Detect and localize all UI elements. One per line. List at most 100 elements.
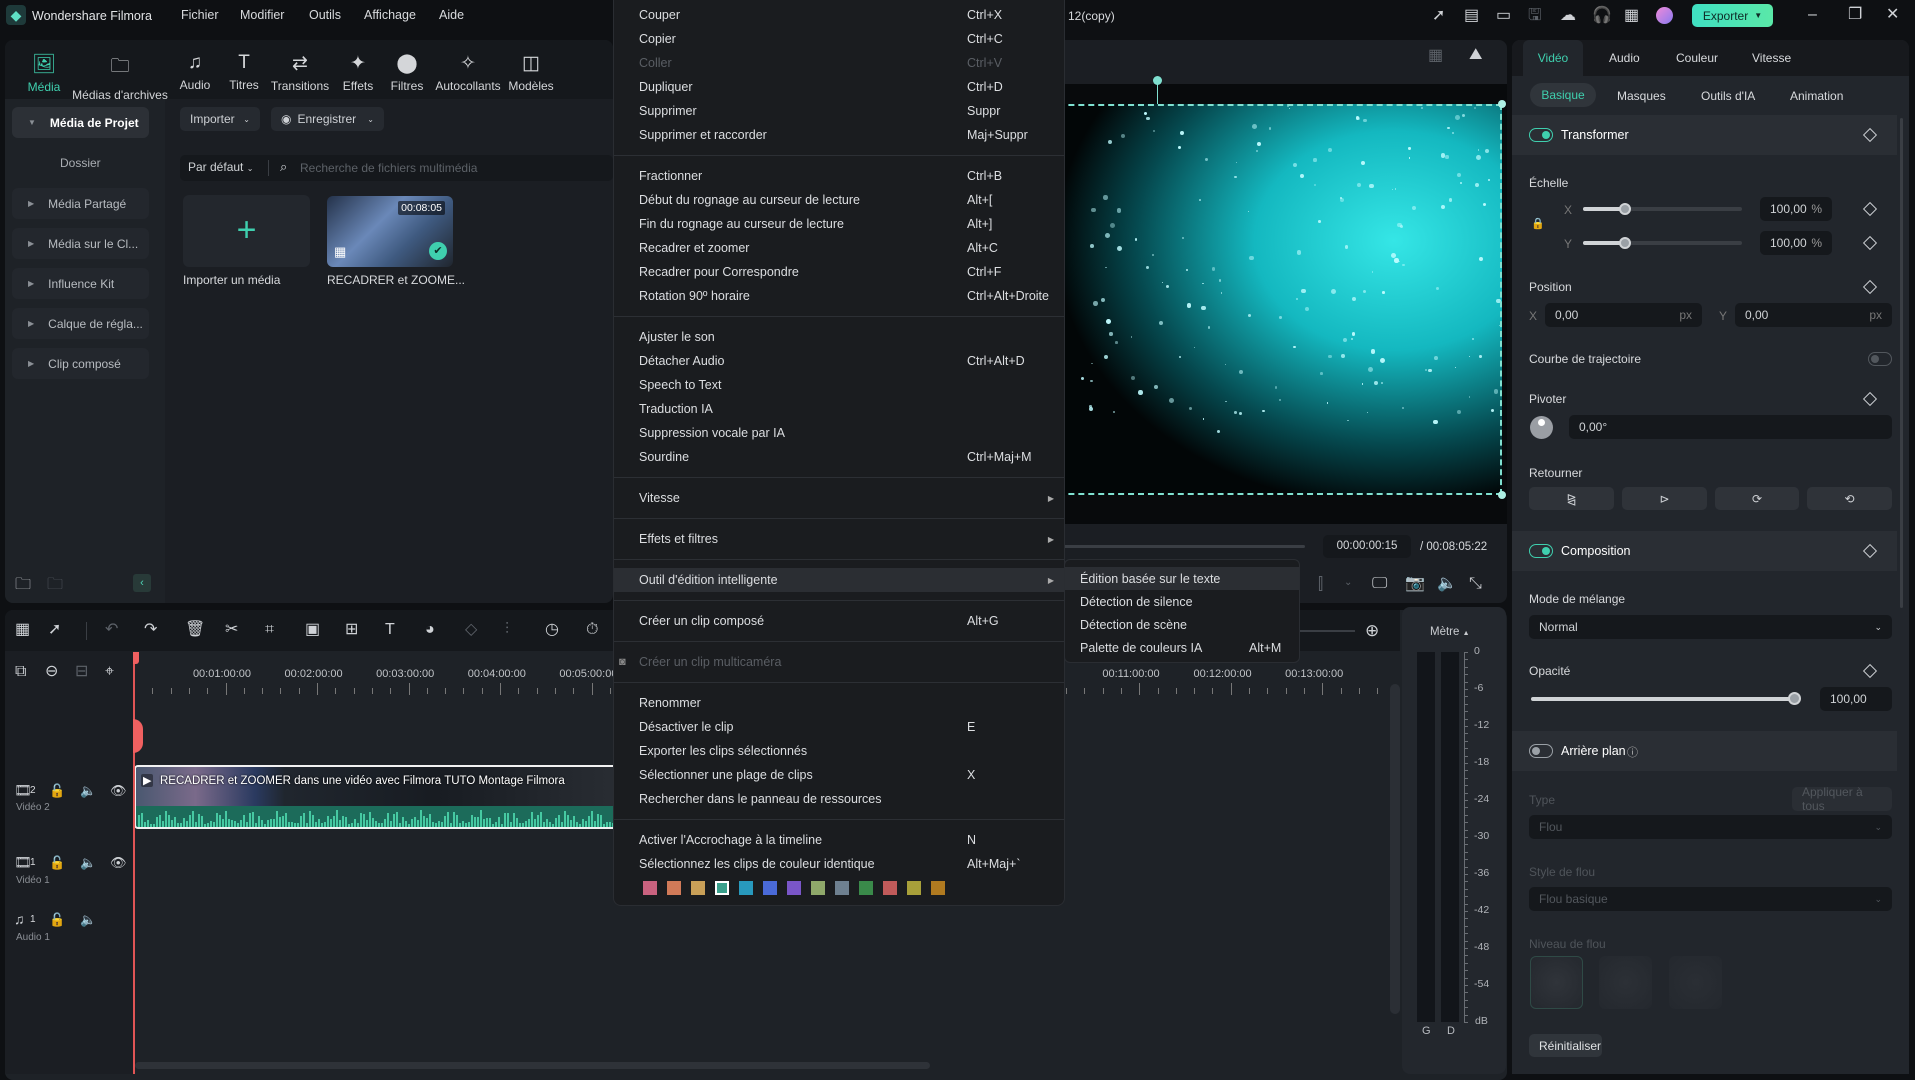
- tab-vitesse[interactable]: Vitesse: [1752, 51, 1791, 65]
- layout-icon[interactable]: ▭: [1496, 8, 1511, 24]
- rotate-dial[interactable]: [1530, 416, 1553, 439]
- rotate-left-button[interactable]: ⟲: [1807, 487, 1892, 510]
- restore-icon[interactable]: ❐: [1848, 7, 1862, 23]
- subtab-animation[interactable]: Animation: [1790, 89, 1843, 103]
- color-swatch[interactable]: [811, 881, 825, 895]
- menu-item[interactable]: Activer l'Accrochage à la timeline N: [614, 828, 1064, 852]
- menu-item[interactable]: Fin du rognage au curseur de lecture Alt+…: [614, 212, 1064, 236]
- fullscreen-icon[interactable]: ⤡: [1469, 576, 1482, 592]
- toolbar-tab-5[interactable]: ✦ Effets: [343, 52, 373, 93]
- import-dropdown[interactable]: Importer ⌄: [180, 107, 260, 131]
- apps-grid-icon[interactable]: ▦: [1624, 8, 1639, 24]
- color-swatch[interactable]: [787, 881, 801, 895]
- menu-item[interactable]: Supprimer Suppr: [614, 99, 1064, 123]
- color-swatch[interactable]: [859, 881, 873, 895]
- color-swatch[interactable]: [907, 881, 921, 895]
- menu-affichage[interactable]: Affichage: [364, 8, 416, 22]
- opacity-input[interactable]: 100,00: [1820, 687, 1892, 711]
- menu-item[interactable]: Renommer: [614, 691, 1064, 715]
- toolbar-tab-0[interactable]: 🖼 Média: [28, 52, 61, 94]
- color-swatch[interactable]: [883, 881, 897, 895]
- sidebar-item-adjustment-layer[interactable]: ▶ Calque de régla...: [12, 308, 149, 339]
- menu-item[interactable]: Exporter les clips sélectionnés: [614, 739, 1064, 763]
- meter-dropdown[interactable]: Mètre ▲: [1430, 626, 1470, 638]
- menu-item[interactable]: Rotation 90º horaire Ctrl+Alt+Droite: [614, 284, 1064, 308]
- submenu-item[interactable]: Édition basée sur le texte: [1065, 567, 1299, 590]
- select-tool-icon[interactable]: ➚: [48, 622, 61, 638]
- blend-mode-select[interactable]: Normal ⌄: [1529, 615, 1892, 639]
- menu-item[interactable]: Recadrer et zoomer Alt+C: [614, 236, 1064, 260]
- menu-item[interactable]: Sélectionnez les clips de couleur identi…: [614, 852, 1064, 876]
- text-icon[interactable]: T: [385, 622, 395, 638]
- blur-level-option[interactable]: [1530, 956, 1583, 1009]
- submenu-item[interactable]: Détection de scène: [1065, 613, 1299, 636]
- media-search-input[interactable]: [300, 158, 600, 178]
- color-swatch[interactable]: [667, 881, 681, 895]
- crop-icon[interactable]: ⌗: [265, 622, 274, 638]
- submenu-item[interactable]: Détection de silence: [1065, 590, 1299, 613]
- tab-video[interactable]: Vidéo: [1523, 40, 1583, 76]
- transform-toggle[interactable]: [1529, 128, 1553, 142]
- menu-item[interactable]: Effets et filtres ▶: [614, 527, 1064, 551]
- help-icon[interactable]: ⓘ: [1627, 744, 1638, 760]
- blur-style-select[interactable]: Flou basique ⌄: [1529, 887, 1892, 911]
- playhead-marker[interactable]: [133, 719, 143, 753]
- menu-item[interactable]: ◙ Créer un clip multicaméra: [614, 650, 1064, 674]
- menu-item[interactable]: Speech to Text: [614, 373, 1064, 397]
- toolbar-tab-4[interactable]: ⇄ Transitions: [271, 52, 329, 93]
- sidebar-item-project-media[interactable]: ▼ Média de Projet: [12, 107, 149, 138]
- feedback-icon[interactable]: ▤: [1464, 8, 1479, 24]
- scale-x-slider[interactable]: [1583, 207, 1742, 211]
- volume-icon[interactable]: 🔈: [1437, 576, 1457, 592]
- link-icon[interactable]: ⊖: [45, 664, 58, 680]
- menu-aide[interactable]: Aide: [439, 8, 464, 22]
- playhead-handle[interactable]: [133, 652, 139, 664]
- menu-item[interactable]: Suppression vocale par IA: [614, 421, 1064, 445]
- color-swatch[interactable]: [643, 881, 657, 895]
- menu-item[interactable]: Rechercher dans le panneau de ressources: [614, 787, 1064, 811]
- sidebar-item-compound-clip[interactable]: ▶ Clip composé: [12, 348, 149, 379]
- slider-knob[interactable]: [1788, 692, 1801, 705]
- menu-item[interactable]: Copier Ctrl+C: [614, 27, 1064, 51]
- menu-fichier[interactable]: Fichier: [181, 8, 219, 22]
- position-x-input[interactable]: 0,00 px: [1545, 303, 1702, 327]
- toolbar-tab-6[interactable]: ⬤ Filtres: [391, 52, 424, 93]
- chevron-down-icon[interactable]: ⌄: [1344, 578, 1352, 588]
- menu-item[interactable]: Début du rognage au curseur de lecture Al…: [614, 188, 1064, 212]
- slider-knob[interactable]: [1619, 237, 1631, 249]
- color-palette-icon[interactable]: ◕: [425, 622, 435, 638]
- timeline-clip[interactable]: ▶ RECADRER et ZOOMER dans une vidéo avec…: [134, 765, 634, 829]
- toolbar-tab-8[interactable]: ◫ Modèles: [508, 52, 553, 93]
- menu-item[interactable]: Désactiver le clip E: [614, 715, 1064, 739]
- menu-item[interactable]: Supprimer et raccorder Maj+Suppr: [614, 123, 1064, 147]
- mute-icon[interactable]: 🔈: [80, 856, 96, 869]
- menu-item[interactable]: Dupliquer Ctrl+D: [614, 75, 1064, 99]
- resize-handle[interactable]: [1498, 491, 1506, 499]
- color-swatch[interactable]: [835, 881, 849, 895]
- scope-icon[interactable]: ⛰: [1469, 47, 1482, 63]
- lock-icon[interactable]: 🔓: [49, 784, 65, 797]
- delete-folder-icon[interactable]: 🗀: [47, 577, 63, 593]
- scale-y-input[interactable]: 100,00%: [1760, 231, 1832, 255]
- subtab-basique[interactable]: Basique: [1530, 83, 1596, 107]
- blur-level-option[interactable]: [1599, 956, 1652, 1009]
- zoom-in-icon[interactable]: ⊕: [1365, 622, 1379, 639]
- submenu-item[interactable]: Palette de couleurs IA Alt+M: [1065, 636, 1299, 659]
- zoom-crop-icon[interactable]: ⊞: [345, 622, 358, 638]
- menu-modifier[interactable]: Modifier: [240, 8, 284, 22]
- menu-item[interactable]: Sourdine Ctrl+Maj+M: [614, 445, 1064, 469]
- subtab-ai-tools[interactable]: Outils d'IA: [1701, 89, 1755, 103]
- send-icon[interactable]: ➚: [1432, 8, 1445, 24]
- menu-item[interactable]: Recadrer pour Correspondre Ctrl+F: [614, 260, 1064, 284]
- menu-item[interactable]: Outil d'édition intelligente ▶: [614, 568, 1064, 592]
- resize-handle[interactable]: [1498, 100, 1506, 108]
- playhead-line[interactable]: [133, 652, 135, 1074]
- undo-icon[interactable]: ↶: [105, 622, 118, 638]
- export-button[interactable]: Exporter ▼: [1692, 4, 1773, 27]
- split-icon[interactable]: ✂: [225, 622, 238, 638]
- grid-view-icon[interactable]: ▦: [1428, 48, 1443, 64]
- opacity-slider[interactable]: [1531, 697, 1796, 701]
- menu-item[interactable]: Détacher Audio Ctrl+Alt+D: [614, 349, 1064, 373]
- avatar[interactable]: [1656, 7, 1673, 24]
- position-y-input[interactable]: 0,00 px: [1735, 303, 1892, 327]
